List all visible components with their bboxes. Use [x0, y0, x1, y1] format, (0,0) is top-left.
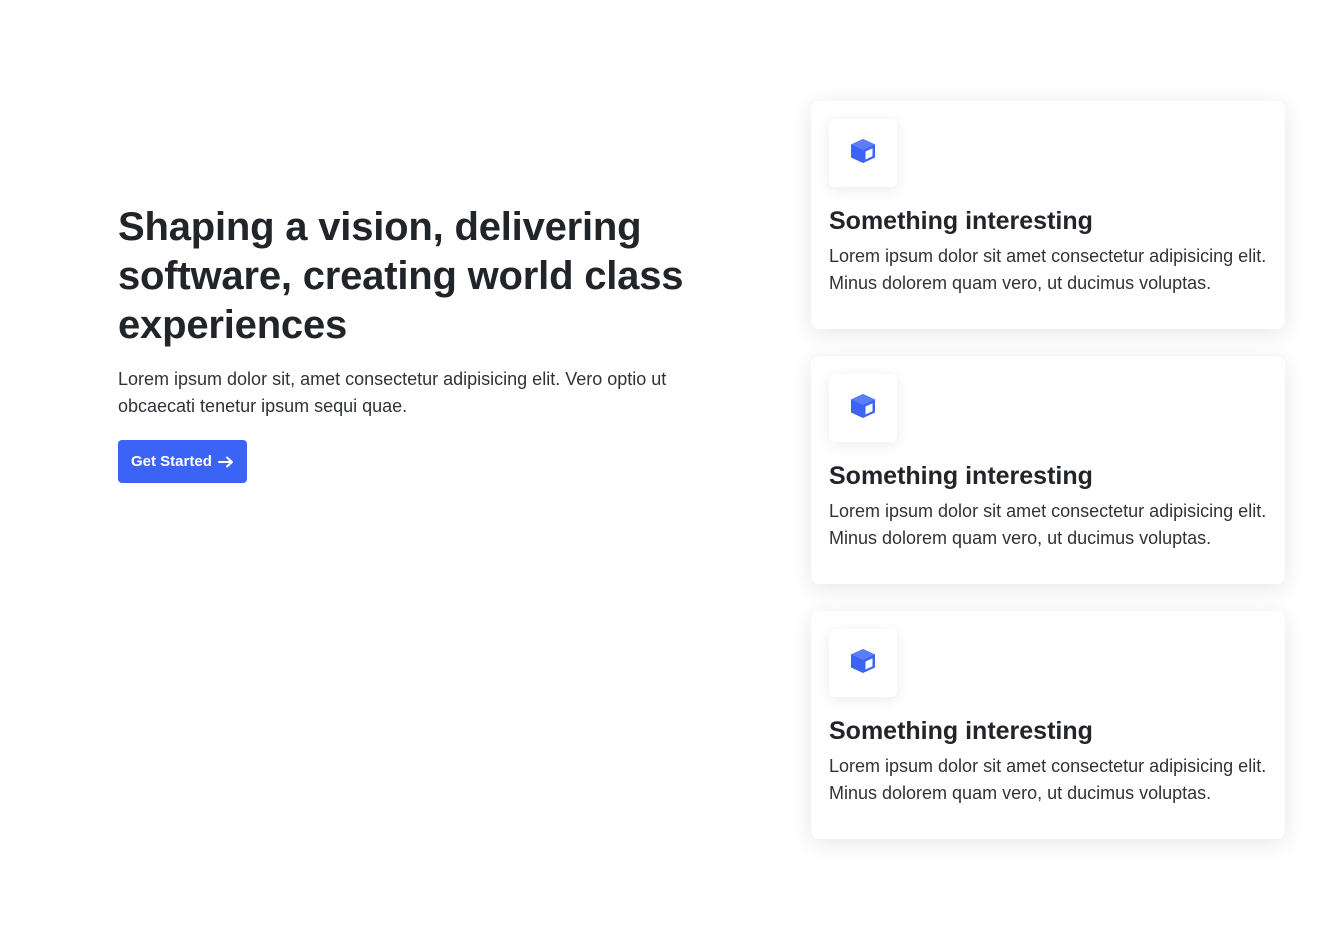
feature-icon-box	[829, 629, 897, 697]
feature-description: Lorem ipsum dolor sit amet consectetur a…	[829, 501, 1267, 548]
feature-card: Something interesting Lorem ipsum dolor …	[811, 611, 1285, 839]
box-icon	[848, 647, 878, 680]
get-started-button[interactable]: Get Started	[118, 440, 247, 483]
feature-card: Something interesting Lorem ipsum dolor …	[811, 101, 1285, 329]
hero-section: Shaping a vision, delivering software, c…	[118, 203, 688, 483]
feature-cards: Something interesting Lorem ipsum dolor …	[811, 101, 1285, 866]
feature-icon-box	[829, 374, 897, 442]
feature-title: Something interesting	[829, 207, 1093, 235]
box-icon	[848, 137, 878, 170]
feature-title: Something interesting	[829, 717, 1093, 745]
get-started-label: Get Started	[131, 453, 212, 470]
box-icon	[848, 392, 878, 425]
hero-title: Shaping a vision, delivering software, c…	[118, 205, 684, 347]
feature-icon-box	[829, 119, 897, 187]
feature-description: Lorem ipsum dolor sit amet consectetur a…	[829, 246, 1267, 293]
arrow-right-icon	[217, 456, 234, 468]
feature-card: Something interesting Lorem ipsum dolor …	[811, 356, 1285, 584]
page: Shaping a vision, delivering software, c…	[0, 0, 1343, 928]
feature-title: Something interesting	[829, 462, 1093, 490]
feature-description: Lorem ipsum dolor sit amet consectetur a…	[829, 756, 1267, 803]
hero-description: Lorem ipsum dolor sit, amet consectetur …	[118, 369, 667, 416]
